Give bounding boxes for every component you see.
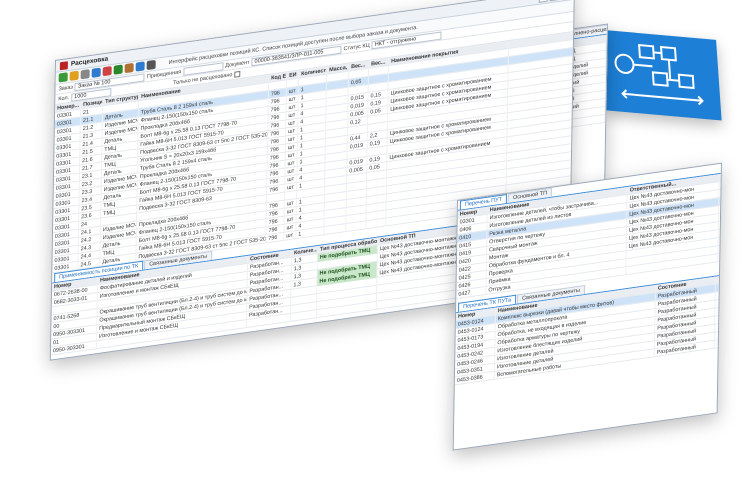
settings-icon[interactable] xyxy=(146,59,156,71)
book-icon[interactable] xyxy=(124,62,134,74)
check-icon[interactable] xyxy=(58,72,68,83)
maximize-icon[interactable]: □ xyxy=(549,0,559,1)
info-icon[interactable] xyxy=(135,61,145,72)
refresh-icon[interactable] xyxy=(69,70,79,81)
app-icon xyxy=(59,60,68,70)
cut-icon[interactable] xyxy=(80,69,90,80)
filter-icon[interactable] xyxy=(113,64,123,75)
minimize-icon[interactable]: – xyxy=(538,0,548,3)
flowchart-logo xyxy=(598,29,722,121)
mail-icon[interactable] xyxy=(91,67,101,78)
ks-label: Кол. xyxy=(58,94,70,103)
order-label: Заказ xyxy=(58,83,73,93)
delete-icon[interactable] xyxy=(102,66,112,77)
table-cell: шт xyxy=(284,230,297,241)
flowchart-icon xyxy=(614,43,704,106)
front-panel: Перечень ПУТ Основной ТП Номер Наименовани… xyxy=(452,162,722,451)
only-checkbox[interactable] xyxy=(234,70,241,78)
promo-stage: Расцеховка – □ × Интерфейс расцеховки по… xyxy=(0,0,750,483)
